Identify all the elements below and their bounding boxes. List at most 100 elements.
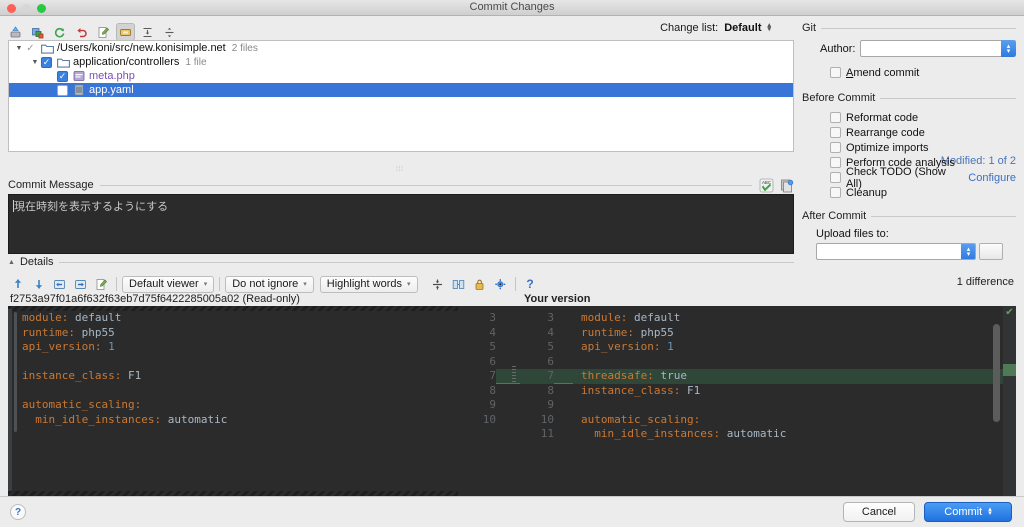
diff-help-icon[interactable]: ? [521, 275, 540, 293]
row-label: meta.php [89, 70, 135, 82]
apply-right-icon[interactable] [71, 275, 90, 293]
option-checkbox[interactable] [830, 142, 841, 153]
ignore-policy-select[interactable]: Do not ignore ▾ [225, 275, 314, 293]
collapse-all-icon[interactable] [160, 23, 179, 41]
diff-right-pane[interactable]: module: default runtime: php55 api_version… [573, 306, 1016, 496]
change-list-value[interactable]: Default ▴ ▾ [724, 22, 771, 34]
before-commit-option-0[interactable]: Reformat code [830, 110, 1016, 125]
diff-right-code: module: default runtime: php55 api_version… [581, 311, 786, 442]
details-section-header[interactable]: ▲ Details [8, 256, 794, 268]
amend-commit-checkbox[interactable] [830, 67, 841, 78]
chevron-updown-icon[interactable]: ▴ ▾ [988, 506, 992, 517]
spellcheck-icon[interactable]: ABC [758, 177, 774, 193]
disclosure-triangle-icon[interactable]: ▼ [29, 59, 41, 66]
code-line: instance_class: F1 [22, 369, 142, 382]
help-icon[interactable]: ? [10, 504, 26, 520]
difference-count-label: 1 difference [956, 276, 1014, 288]
changed-files-tree[interactable]: ▼ /Users/koni/src/new.konisimple.net 2 fil… [8, 40, 794, 152]
line-number: 9 [489, 398, 496, 411]
chevron-updown-icon: ▴ ▾ [767, 22, 771, 33]
cancel-button[interactable]: Cancel [843, 502, 915, 522]
upload-target-row[interactable]: ▴ ▾ [816, 243, 1016, 260]
no-errors-check-icon: ✔ [1005, 307, 1014, 318]
line-number: 10 [482, 412, 496, 426]
tree-row-app.yaml[interactable]: app.yaml [9, 83, 793, 97]
code-line: min_idle_instances: automatic [594, 427, 787, 440]
chevron-updown-icon[interactable]: ▴ ▾ [1001, 40, 1016, 57]
highlight-mode-select[interactable]: Highlight words ▾ [319, 275, 418, 293]
left-scroll-thumb[interactable] [14, 312, 17, 432]
divider-line [871, 215, 1016, 217]
commit-history-icon[interactable] [778, 177, 794, 193]
revert-selected-icon[interactable] [28, 23, 47, 41]
edit-source-icon[interactable] [92, 275, 111, 293]
before-commit-option-1[interactable]: Rearrange code [830, 125, 1016, 140]
code-line: threadsafe: true [581, 369, 687, 382]
settings-gear-icon[interactable] [491, 275, 510, 293]
before-commit-option-2[interactable]: Optimize imports [830, 140, 1016, 155]
expand-all-icon[interactable] [138, 23, 157, 41]
author-field[interactable]: ▴ ▾ [860, 40, 1016, 57]
option-checkbox[interactable] [830, 127, 841, 138]
disclosure-triangle-icon[interactable]: ▼ [13, 45, 25, 52]
commit-button[interactable]: Commit ▴ ▾ [924, 502, 1012, 522]
option-checkbox[interactable] [830, 172, 841, 183]
right-scroll-thumb[interactable] [993, 324, 1000, 422]
configure-link[interactable]: Configure [968, 172, 1016, 184]
before-commit-options: Reformat code Rearrange code Optimize impo… [802, 110, 1016, 200]
line-number: 5 [489, 340, 496, 353]
diff-drag-handle[interactable] [512, 366, 516, 384]
option-checkbox[interactable] [830, 187, 841, 198]
added-change-marker[interactable] [1003, 364, 1016, 376]
group-by-directory-icon[interactable] [116, 23, 135, 41]
before-commit-header: Before Commit [802, 92, 1016, 104]
php-file-icon [72, 70, 86, 82]
diff-left-pane[interactable]: module: default runtime: php55 api_version… [8, 306, 458, 496]
line-number: 6 [547, 354, 554, 368]
previous-difference-icon[interactable] [8, 275, 27, 293]
row-checkbox[interactable] [41, 56, 52, 68]
change-list-label: Change list: [660, 22, 719, 34]
rollback-icon[interactable] [72, 23, 91, 41]
commit-icon[interactable] [6, 23, 25, 41]
show-diff-icon[interactable] [94, 23, 113, 41]
line-number: 4 [489, 325, 496, 339]
row-checkbox[interactable] [57, 70, 68, 82]
upload-target-select[interactable]: ▴ ▾ [816, 243, 976, 260]
apply-left-icon[interactable] [50, 275, 69, 293]
commit-message-input[interactable]: 現在時刻を表示するようにする [8, 194, 794, 254]
chevron-updown-icon[interactable]: ▴ ▾ [961, 244, 975, 259]
amend-commit-label: Amend commit [846, 66, 920, 79]
change-list-selector[interactable]: Change list: Default ▴ ▾ [660, 22, 771, 34]
row-label: /Users/koni/src/new.konisimple.net [57, 42, 226, 54]
refresh-icon[interactable] [50, 23, 69, 41]
upload-config-button[interactable] [979, 243, 1003, 260]
code-line: runtime: php55 [22, 325, 115, 339]
amend-commit-row[interactable]: Amend commit [802, 65, 1016, 80]
option-checkbox[interactable] [830, 112, 841, 123]
line-number: 9 [547, 398, 554, 411]
read-only-lock-icon[interactable] [470, 275, 489, 293]
tree-resize-grip[interactable]: ⦙⦙⦙ [389, 166, 411, 173]
commit-message-text: 現在時刻を表示するようにする [14, 200, 169, 213]
folder-icon [40, 43, 54, 54]
option-checkbox[interactable] [830, 157, 841, 168]
line-number: 11 [540, 427, 554, 440]
collapse-unchanged-icon[interactable] [428, 275, 447, 293]
row-checkbox[interactable] [57, 84, 68, 96]
viewer-select[interactable]: Default viewer ▾ [122, 275, 215, 293]
option-label: Reformat code [846, 111, 919, 124]
diff-viewer[interactable]: module: default runtime: php55 api_version… [8, 306, 1016, 496]
highlight-mode-label: Highlight words [326, 278, 402, 290]
option-label: Cleanup [846, 186, 887, 199]
tree-row-controllers[interactable]: ▼ application/controllers 1 file [9, 55, 793, 69]
line-number: 3 [489, 311, 496, 324]
row-checkbox[interactable] [25, 43, 36, 54]
tree-row-new.konisimple.net[interactable]: ▼ /Users/koni/src/new.konisimple.net 2 fil… [9, 41, 793, 55]
synchronize-scrolling-icon[interactable] [449, 275, 468, 293]
divider-line [99, 184, 752, 186]
next-difference-icon[interactable] [29, 275, 48, 293]
tree-row-meta.php[interactable]: meta.php [9, 69, 793, 83]
before-commit-option-4[interactable]: Check TODO (Show All) Configure [830, 166, 1016, 190]
